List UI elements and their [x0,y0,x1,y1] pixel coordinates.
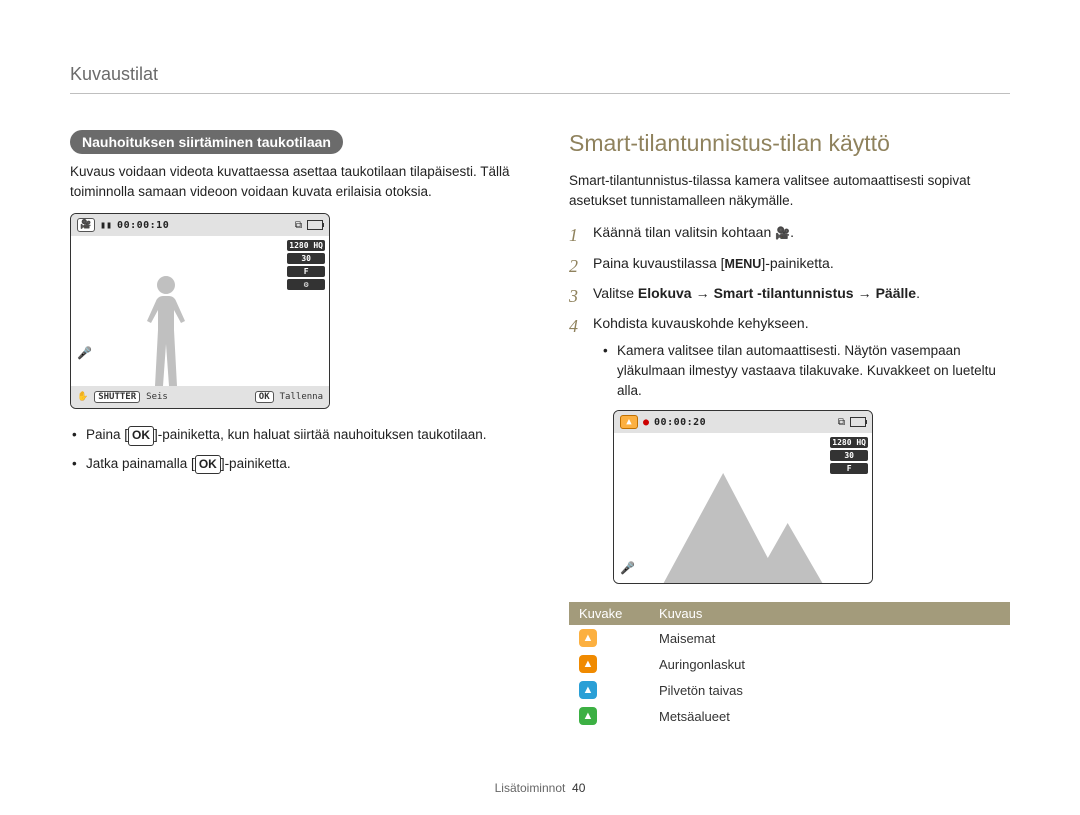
right-heading: Smart-tilantunnistus-tilan käyttö [569,130,1010,157]
bullet-resume: Jatka painamalla [OK]-painiketta. [70,454,511,474]
ok-key-label: OK [255,391,274,403]
camera-right-badges: 1280 HQ 30 F ⚙ [287,240,325,290]
landscape-icon: ▲ [579,629,597,647]
camera-bottom-bar: ✋ SHUTTER Seis OK Tallenna [71,386,329,408]
camera2-top-bar: ▲ ● 00:00:20 ⧉ [614,411,872,433]
mountain-silhouette [614,463,872,583]
settings-badge: ⚙ [287,279,325,290]
th-kuvaus: Kuvaus [649,602,1010,625]
fps-badge: 30 [287,253,325,264]
pill-heading: Nauhoituksen siirtäminen taukotilaan [70,130,343,154]
clear-sky-icon: ▲ [579,681,597,699]
focus-badge: F [287,266,325,277]
table-row: ▲ Maisemat [569,625,1010,651]
table-row: ▲ Auringonlaskut [569,651,1010,677]
ok-key-icon: OK [195,455,221,474]
battery-icon [307,220,323,230]
section-header: Kuvaustilat [70,64,1010,94]
video-mode-icon: 🎥 [77,218,95,232]
step-4-sub: Kamera valitsee tilan automaattisesti. N… [593,341,1010,400]
left-column: Nauhoituksen siirtäminen taukotilaan Kuv… [70,130,511,729]
step-3: Valitse Elokuva→Smart ‑tilantunnistus→Pä… [569,283,1010,303]
memory-card-icon: ⧉ [295,220,302,231]
stabilizer-icon: ✋ [77,392,88,402]
intro-paragraph: Kuvaus voidaan videota kuvattaessa asett… [70,162,511,201]
content-columns: Nauhoituksen siirtäminen taukotilaan Kuv… [70,130,1010,729]
record-dot-icon: ● [643,417,649,428]
recording-time: 00:00:10 [117,220,169,231]
page-footer: Lisätoiminnot 40 [0,781,1080,795]
th-kuvake: Kuvake [569,602,649,625]
person-silhouette [139,276,194,386]
tallenna-label: Tallenna [280,392,323,402]
landscape-mode-icon: ▲ [620,415,638,429]
camera-screenshot-pause: 🎥 ▮▮ 00:00:10 ⧉ 1280 HQ 30 F ⚙ [70,213,330,409]
memory-card-icon: ⧉ [838,417,845,428]
camera2-preview: 1280 HQ 30 F 🎤 [614,433,872,583]
recording-time-2: 00:00:20 [654,417,706,428]
camera-screenshot-landscape: ▲ ● 00:00:20 ⧉ 1280 HQ 30 F 🎤 [613,410,873,584]
camera-top-bar: 🎥 ▮▮ 00:00:10 ⧉ [71,214,329,236]
battery-icon [850,417,866,427]
camera-preview: 1280 HQ 30 F ⚙ 🎤 [71,236,329,386]
ok-key-icon: OK [128,426,154,445]
icon-table: Kuvake Kuvaus ▲ Maisemat ▲ Auringonlasku… [569,602,1010,729]
bullet-pause: Paina [OK]-painiketta, kun haluat siirtä… [70,425,511,445]
res-badge: 1280 HQ [287,240,325,251]
table-row: ▲ Metsäalueet [569,703,1010,729]
left-bullet-list: Paina [OK]-painiketta, kun haluat siirtä… [70,425,511,474]
step-4: Kohdista kuvauskohde kehykseen. Kamera v… [569,313,1010,400]
step-list: Käännä tilan valitsin kohtaan 🎥. Paina k… [569,222,1010,400]
step-2: Paina kuvaustilassa [MENU]-painiketta. [569,253,1010,273]
mic-icon: 🎤 [77,346,92,360]
pause-icon: ▮▮ [100,220,112,231]
right-intro: Smart-tilantunnistus-tilassa kamera vali… [569,171,1010,210]
menu-key-label: MENU [725,255,762,273]
sunset-icon: ▲ [579,655,597,673]
movie-mode-icon: 🎥 [775,226,790,240]
seis-label: Seis [146,392,168,402]
shutter-key-label: SHUTTER [94,391,140,403]
forest-icon: ▲ [579,707,597,725]
step-1: Käännä tilan valitsin kohtaan 🎥. [569,222,1010,242]
table-row: ▲ Pilvetön taivas [569,677,1010,703]
step-4-note: Kamera valitsee tilan automaattisesti. N… [593,341,1010,400]
right-column: Smart-tilantunnistus-tilan käyttö Smart-… [569,130,1010,729]
